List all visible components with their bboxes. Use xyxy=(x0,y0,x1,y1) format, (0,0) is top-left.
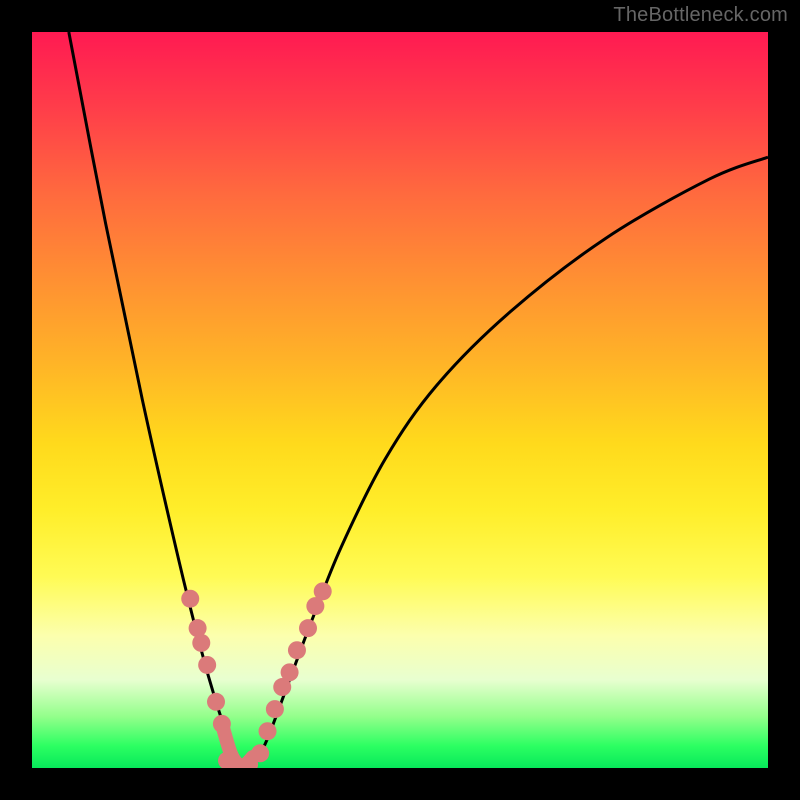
highlight-dot xyxy=(299,619,317,637)
highlight-dot xyxy=(266,700,284,718)
right-branch-dots xyxy=(251,582,332,762)
chart-frame: TheBottleneck.com xyxy=(0,0,800,800)
curve-layer xyxy=(69,32,768,768)
highlight-dot xyxy=(181,590,199,608)
highlight-dot xyxy=(198,656,216,674)
right-branch-curve xyxy=(253,157,768,768)
chart-plot-area xyxy=(32,32,768,768)
left-branch-dots xyxy=(181,590,231,733)
watermark-text: TheBottleneck.com xyxy=(613,4,788,27)
highlight-dot xyxy=(213,715,231,733)
left-branch-curve xyxy=(69,32,238,768)
chart-svg xyxy=(32,32,768,768)
highlight-dot xyxy=(192,634,210,652)
highlight-dot xyxy=(288,641,306,659)
highlight-dot xyxy=(259,722,277,740)
highlight-dot xyxy=(281,663,299,681)
highlight-dot xyxy=(207,693,225,711)
highlight-dot xyxy=(314,582,332,600)
